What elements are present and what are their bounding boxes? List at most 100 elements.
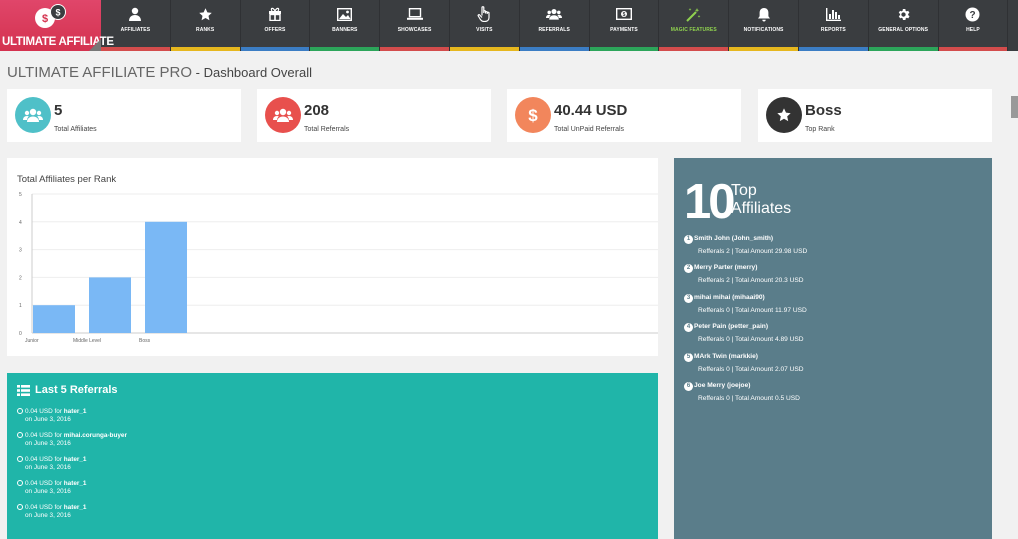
top-affiliate-item: 5 MArk Twin (markkie) Refferals 0 | Total … bbox=[684, 352, 804, 373]
affiliates-per-rank-chart: 0 1 2 3 4 5 Junior Middle Level Boss bbox=[19, 192, 658, 344]
users-icon bbox=[23, 108, 43, 122]
svg-text:$: $ bbox=[42, 13, 48, 25]
top-count: 10 bbox=[684, 175, 735, 229]
nav-label: Ranks bbox=[196, 27, 215, 33]
referral-amount: 0.04 USD bbox=[25, 432, 53, 439]
stat-value: Boss bbox=[805, 102, 842, 119]
nav-color-bar bbox=[240, 47, 310, 51]
bar-junior[interactable] bbox=[33, 305, 75, 333]
referral-user[interactable]: hater_1 bbox=[64, 504, 87, 511]
stat-caption: Total UnPaid Referrals bbox=[554, 126, 625, 133]
nav-item-visits[interactable]: Visits bbox=[449, 0, 520, 51]
referral-user[interactable]: hater_1 bbox=[64, 456, 87, 463]
rank-badge: 6 bbox=[684, 382, 693, 391]
top-heading: Top Affiliates bbox=[731, 182, 791, 218]
nav-item-notifications[interactable]: Notifications bbox=[729, 0, 799, 51]
stat-value: 5 bbox=[54, 102, 63, 119]
stat-icon-circle bbox=[265, 97, 301, 133]
nav-item-showcases[interactable]: Showcases bbox=[380, 0, 450, 51]
stat-total-affiliates: 5 Total Affiliates bbox=[7, 89, 241, 142]
top-affiliate-item: 2 Merry Parter (merry) Refferals 2 | Total… bbox=[684, 264, 804, 284]
nav-item-payments[interactable]: $ Payments bbox=[589, 0, 660, 51]
stat-caption: Total Affiliates bbox=[54, 126, 97, 133]
svg-text:$: $ bbox=[55, 8, 60, 18]
referral-user[interactable]: hater_1 bbox=[64, 408, 87, 415]
nav-label: Visits bbox=[476, 27, 493, 33]
referral-item: 0.04 USD for hater_1 on June 3, 2016 bbox=[17, 480, 87, 495]
rank-badge: 1 bbox=[684, 235, 693, 244]
rank-badge: 4 bbox=[684, 323, 693, 333]
nav-color-bar bbox=[938, 47, 1008, 51]
svg-text:?: ? bbox=[970, 10, 976, 21]
stat-caption: Top Rank bbox=[805, 126, 835, 133]
nav-item-ranks[interactable]: Ranks bbox=[170, 0, 241, 51]
referral-amount: 0.04 USD bbox=[25, 456, 53, 463]
last-referrals-panel: Last 5 Referrals 0.04 USD for hater_1 on … bbox=[7, 373, 658, 539]
affiliate-stats: Refferals 2 | Total Amount 29.98 USD bbox=[698, 248, 808, 255]
referral-amount: 0.04 USD bbox=[25, 504, 53, 511]
nav-item-reports[interactable]: Reports bbox=[798, 0, 869, 51]
bar-boss[interactable] bbox=[145, 221, 187, 333]
gift-icon bbox=[267, 6, 283, 22]
nav-item-help[interactable]: ? Help bbox=[938, 0, 1009, 51]
y-tick-label: 4 bbox=[19, 220, 22, 226]
nav-item-magic-features[interactable]: Magic Features bbox=[659, 0, 730, 51]
referral-date: on June 3, 2016 bbox=[25, 488, 71, 495]
nav-label: Offers bbox=[264, 27, 286, 33]
referral-for: for bbox=[54, 504, 62, 511]
x-tick-label: Junior bbox=[25, 338, 39, 344]
nav-label: Magic Features bbox=[670, 27, 717, 33]
user-icon bbox=[127, 6, 143, 22]
referral-item: 0.04 USD for hater_1 on June 3, 2016 bbox=[17, 504, 87, 519]
affiliate-stats: Refferals 0 | Total Amount 0.5 USD bbox=[698, 395, 800, 402]
nav-item-affiliates[interactable]: Affiliates bbox=[101, 0, 171, 51]
rank-badge: 2 bbox=[684, 264, 693, 274]
star-icon bbox=[197, 6, 213, 22]
referral-date: on June 3, 2016 bbox=[25, 512, 71, 519]
referral-user[interactable]: mihai.corunga-buyer bbox=[64, 432, 127, 439]
referrals-title: Last 5 Referrals bbox=[35, 384, 118, 396]
list-icon bbox=[17, 384, 30, 396]
gear-icon bbox=[895, 6, 911, 22]
magic-wand-icon bbox=[686, 6, 702, 22]
affiliate-name[interactable]: MArk Twin (markkie) bbox=[694, 353, 758, 360]
nav-color-bar bbox=[449, 47, 519, 51]
logo[interactable]: $ $ ULTIMATE AFFILIATE bbox=[0, 0, 114, 51]
y-tick-label: 0 bbox=[19, 331, 22, 337]
y-tick-label: 2 bbox=[19, 275, 22, 281]
referral-user[interactable]: hater_1 bbox=[64, 480, 87, 487]
y-tick-label: 1 bbox=[19, 303, 22, 309]
users-icon bbox=[546, 6, 563, 22]
stat-value: 40.44 USD bbox=[554, 102, 628, 119]
page-title: ULTIMATE AFFILIATE PRO - Dashboard Overa… bbox=[7, 64, 312, 81]
affiliate-stats: Refferals 0 | Total Amount 2.07 USD bbox=[698, 365, 804, 373]
referral-date: on June 3, 2016 bbox=[25, 416, 71, 423]
nav-color-bar bbox=[589, 47, 659, 51]
affiliate-stats: Refferals 0 | Total Amount 4.89 USD bbox=[698, 336, 804, 344]
top-affiliate-item: 1 Smith John (John_smith) Refferals 2 | To… bbox=[684, 235, 807, 255]
affiliate-name[interactable]: mihai mihai (mihaai90) bbox=[694, 294, 765, 301]
nav-item-offers[interactable]: Offers bbox=[240, 0, 311, 51]
nav-label: Affiliates bbox=[120, 27, 151, 33]
nav-label: Reports bbox=[820, 27, 846, 33]
circle-icon bbox=[17, 408, 23, 414]
affiliate-name[interactable]: Peter Pain (petter_pain) bbox=[694, 323, 768, 330]
bar-middle-level[interactable] bbox=[89, 277, 131, 333]
referral-item: 0.04 USD for hater_1 on June 3, 2016 bbox=[17, 408, 87, 423]
nav-item-general-options[interactable]: General Options bbox=[868, 0, 939, 51]
circle-icon bbox=[17, 456, 23, 462]
affiliate-name[interactable]: Merry Parter (merry) bbox=[694, 264, 757, 271]
pointer-icon bbox=[476, 6, 492, 22]
affiliate-name[interactable]: Smith John (John_smith) bbox=[694, 235, 773, 242]
nav-item-referrals[interactable]: Referrals bbox=[519, 0, 590, 51]
stat-icon-circle bbox=[766, 97, 802, 133]
nav-label: Payments bbox=[610, 27, 638, 33]
nav-label: Showcases bbox=[397, 27, 432, 33]
nav-item-banners[interactable]: Banners bbox=[310, 0, 381, 51]
side-collapse-tab[interactable] bbox=[1011, 96, 1018, 118]
top-affiliate-item: 4 Peter Pain (petter_pain) Refferals 0 | T… bbox=[684, 323, 804, 343]
nav-menu: Affiliates Ranks Offers Banners Showcases Vis… bbox=[101, 0, 1018, 51]
affiliate-stats: Refferals 2 | Total Amount 20.3 USD bbox=[698, 277, 804, 285]
affiliate-name[interactable]: Joe Merry (joejoe) bbox=[694, 382, 750, 389]
nav-color-bar bbox=[380, 47, 449, 51]
